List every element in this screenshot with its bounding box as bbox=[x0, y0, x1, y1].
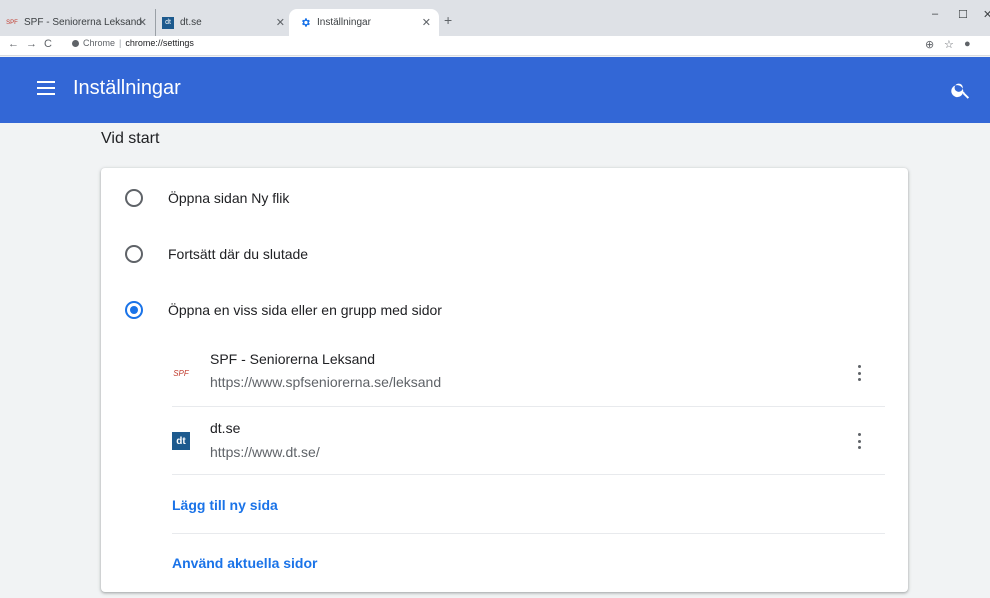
radio-button[interactable] bbox=[125, 189, 143, 207]
settings-header: Inställningar bbox=[0, 57, 990, 123]
option-label: Öppna en viss sida eller en grupp med si… bbox=[168, 302, 442, 318]
section-title: Vid start bbox=[101, 130, 160, 147]
origin-label: Chrome bbox=[83, 38, 116, 48]
startup-page-row: SPF SPF - Seniorerna Leksand https://www… bbox=[172, 339, 885, 407]
tab-dt[interactable]: dt dt.se ✕ bbox=[155, 9, 293, 36]
page-url: https://www.dt.se/ bbox=[210, 444, 320, 460]
use-current-pages-link[interactable]: Använd aktuella sidor bbox=[172, 555, 317, 571]
minimize-icon[interactable]: – bbox=[932, 8, 938, 20]
back-icon[interactable]: ← bbox=[8, 38, 19, 50]
spf-favicon-icon: SPF bbox=[6, 19, 18, 26]
add-page-link[interactable]: Lägg till ny sida bbox=[172, 497, 278, 513]
tab-title: dt.se bbox=[180, 17, 202, 28]
address-bar[interactable]: Chrome | chrome://settings bbox=[72, 38, 194, 48]
page-name: dt.se bbox=[210, 420, 241, 436]
more-actions-icon[interactable] bbox=[851, 363, 867, 383]
startup-option-new-tab[interactable]: Öppna sidan Ny flik bbox=[101, 178, 908, 218]
new-tab-icon[interactable]: + bbox=[444, 12, 452, 28]
spf-favicon-icon: SPF bbox=[173, 368, 189, 378]
close-tab-icon[interactable]: ✕ bbox=[422, 16, 431, 29]
forward-icon[interactable]: → bbox=[26, 38, 37, 50]
separator: | bbox=[119, 38, 122, 48]
option-label: Öppna sidan Ny flik bbox=[168, 190, 290, 206]
startup-page-row: dt dt.se https://www.dt.se/ bbox=[172, 407, 885, 475]
dt-favicon-icon: dt bbox=[162, 16, 174, 29]
option-label: Fortsätt där du slutade bbox=[168, 246, 309, 262]
radio-button-checked[interactable] bbox=[125, 301, 143, 319]
tab-spf[interactable]: SPF SPF - Seniorerna Leksand ✕ bbox=[0, 9, 155, 36]
close-tab-icon[interactable]: ✕ bbox=[138, 16, 147, 29]
radio-button[interactable] bbox=[125, 245, 143, 263]
tab-title: Inställningar bbox=[317, 17, 371, 28]
browser-toolbar: ← → C Chrome | chrome://settings ⊕ ☆ ● bbox=[0, 36, 990, 56]
search-icon[interactable] bbox=[950, 79, 972, 101]
url-text: chrome://settings bbox=[125, 38, 194, 48]
startup-option-specific-pages[interactable]: Öppna en viss sida eller en grupp med si… bbox=[101, 290, 908, 330]
dt-favicon-icon: dt bbox=[172, 432, 190, 450]
tab-settings[interactable]: Inställningar ✕ bbox=[289, 9, 439, 36]
startup-card: Öppna sidan Ny flik Fortsätt där du slut… bbox=[101, 168, 908, 592]
bookmark-star-icon[interactable]: ☆ bbox=[944, 38, 954, 51]
add-page-row: Lägg till ny sida bbox=[172, 476, 885, 534]
menu-icon[interactable] bbox=[37, 81, 55, 95]
startup-option-continue[interactable]: Fortsätt där du slutade bbox=[101, 234, 908, 274]
close-tab-icon[interactable]: ✕ bbox=[276, 16, 285, 29]
page-title: Inställningar bbox=[73, 77, 181, 99]
maximize-icon[interactable]: ☐ bbox=[958, 8, 968, 21]
zoom-icon[interactable]: ⊕ bbox=[925, 38, 934, 51]
page-name: SPF - Seniorerna Leksand bbox=[210, 351, 375, 367]
reload-icon[interactable]: C bbox=[44, 38, 52, 50]
gear-icon bbox=[299, 17, 311, 29]
more-actions-icon[interactable] bbox=[851, 431, 867, 451]
close-window-icon[interactable]: ✕ bbox=[983, 8, 990, 21]
tab-strip: SPF SPF - Seniorerna Leksand ✕ dt dt.se … bbox=[0, 0, 990, 36]
chrome-icon bbox=[72, 39, 79, 47]
tab-title: SPF - Seniorerna Leksand bbox=[24, 17, 142, 28]
profile-icon[interactable]: ● bbox=[964, 38, 971, 50]
page-url: https://www.spfseniorerna.se/leksand bbox=[210, 374, 442, 390]
use-current-row: Använd aktuella sidor bbox=[172, 534, 885, 592]
